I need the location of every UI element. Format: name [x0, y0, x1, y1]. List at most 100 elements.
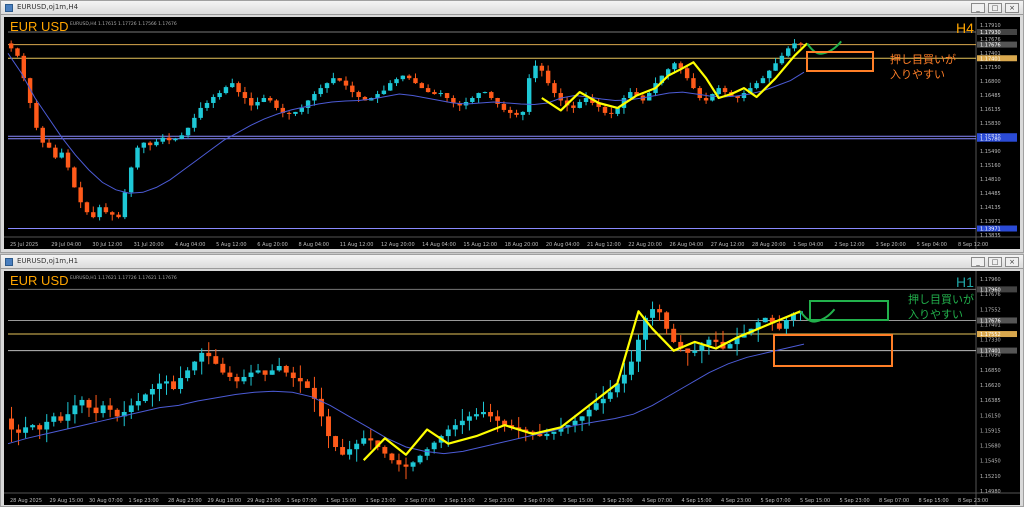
candle-body: [387, 83, 393, 91]
candle-body: [204, 102, 210, 108]
candle-body: [403, 464, 409, 467]
candle-body: [262, 370, 268, 375]
moving-average-line: [7, 53, 805, 194]
time-tick-label: 3 Sep 23:00: [603, 498, 633, 504]
candle-body: [635, 339, 641, 362]
candle-body: [192, 361, 198, 371]
candle-body: [539, 65, 545, 71]
candle-body: [299, 107, 304, 112]
price-tick-label: 1.16620: [980, 383, 1001, 389]
minimize-button[interactable]: _: [971, 257, 985, 267]
candle-body: [86, 399, 92, 408]
timeframe-label: H1: [956, 274, 974, 290]
h4-titlebar[interactable]: EURUSD,oj1m,H4 _ □ ×: [1, 1, 1023, 15]
candle-body: [103, 207, 109, 213]
candle-body: [445, 429, 451, 437]
candle-body: [785, 48, 791, 56]
candle-body: [9, 418, 14, 430]
candle-body: [166, 137, 172, 141]
annotation-text: 押し目買いが: [890, 52, 956, 66]
candle-body: [699, 345, 705, 351]
candle-body: [495, 98, 500, 104]
annotation-text: 押し目買いが: [908, 292, 974, 306]
candle-body: [337, 78, 342, 81]
symbol-label: EUR USD: [10, 273, 69, 288]
candle-body: [312, 94, 317, 101]
h1-chart-area[interactable]: 1.17960 1.17676 1.17552 1.17401 1.17330 1.170…: [4, 271, 1020, 505]
price-tick-label: 1.16385: [980, 398, 1001, 404]
candle-body: [583, 98, 589, 102]
candle-body: [533, 65, 538, 79]
candle-body: [593, 403, 599, 410]
candle-body: [206, 352, 212, 357]
candle-body: [128, 405, 134, 412]
close-button[interactable]: ×: [1005, 257, 1019, 267]
h1-chart-svg[interactable]: 1.179601.176761.175521.174011.173301.170…: [4, 271, 1020, 505]
candle-body: [53, 147, 58, 158]
candle-body: [340, 447, 346, 455]
candle-body: [107, 405, 113, 410]
price-level-tag-text: 1.17676: [980, 43, 1001, 49]
candle-body: [586, 409, 592, 417]
h4-window-title: EURUSD,oj1m,H4: [17, 3, 79, 11]
candle-body: [481, 411, 486, 415]
time-tick-label: 3 Sep 15:00: [563, 498, 593, 504]
candle-body: [97, 207, 102, 218]
close-button[interactable]: ×: [1005, 3, 1019, 13]
candle-body: [331, 78, 336, 84]
candle-body: [110, 212, 115, 215]
time-tick-label: 1 Sep 23:00: [366, 498, 396, 504]
maximize-button[interactable]: □: [988, 257, 1002, 267]
candle-body: [713, 339, 719, 342]
price-tick-label: 1.15160: [980, 163, 1001, 169]
candle-body: [417, 455, 423, 463]
candle-body: [27, 78, 33, 103]
candle-body: [230, 83, 235, 88]
time-tick-label: 29 Aug 15:00: [50, 498, 84, 504]
candle-body: [470, 98, 475, 102]
price-tick-label: 1.15915: [980, 428, 1001, 434]
candle-body: [396, 460, 402, 465]
time-tick-label: 8 Sep 15:00: [919, 498, 949, 504]
candle-body: [621, 374, 627, 384]
candle-body: [685, 348, 691, 353]
candle-body: [65, 152, 71, 168]
candle-body: [149, 389, 155, 395]
candle-body: [664, 312, 670, 329]
time-tick-label: 20 Aug 04:00: [546, 242, 580, 248]
price-level-tag-text: 1.17960: [980, 287, 1001, 293]
candle-body: [722, 88, 728, 93]
candle-body: [779, 55, 785, 64]
candle-body: [249, 98, 254, 106]
candle-body: [482, 92, 488, 94]
candle-body: [261, 98, 267, 102]
time-tick-label: 30 Jul 12:00: [92, 242, 122, 248]
price-tick-label: 1.15450: [980, 459, 1001, 465]
time-tick-label: 2 Sep 12:00: [834, 242, 864, 248]
time-tick-label: 1 Sep 04:00: [793, 242, 823, 248]
candle-body: [326, 416, 331, 437]
candle-body: [72, 405, 78, 415]
h1-titlebar[interactable]: EURUSD,oj1m,H1 _ □ ×: [1, 255, 1023, 269]
price-level-tag-text: 1.17676: [980, 318, 1001, 324]
time-tick-label: 8 Sep 12:00: [958, 242, 988, 248]
minimize-button[interactable]: _: [971, 3, 985, 13]
candle-body: [400, 75, 406, 80]
price-tick-label: 1.14980: [980, 489, 1001, 495]
price-tick-label: 1.14810: [980, 177, 1001, 183]
h4-chart-svg[interactable]: 1.17910 1.17676 1.17401 1.17150 1.16800 1.164…: [4, 17, 1020, 249]
candle-body: [46, 142, 52, 148]
candle-body: [438, 93, 443, 95]
candle-body: [684, 68, 690, 79]
price-tick-label: 1.15680: [980, 444, 1001, 450]
pullback-zone-box: [809, 300, 889, 321]
price-tick-label: 1.15210: [980, 474, 1001, 480]
h4-chart-area[interactable]: 1.17910 1.17676 1.17401 1.17150 1.16800 1.164…: [4, 17, 1020, 249]
time-tick-label: 5 Sep 15:00: [800, 498, 830, 504]
maximize-button[interactable]: □: [988, 3, 1002, 13]
candle-body: [508, 109, 513, 113]
time-tick-label: 5 Sep 07:00: [761, 498, 791, 504]
pullback-zone-box: [806, 51, 874, 72]
candle-body: [79, 399, 85, 406]
candle-body: [78, 187, 83, 203]
